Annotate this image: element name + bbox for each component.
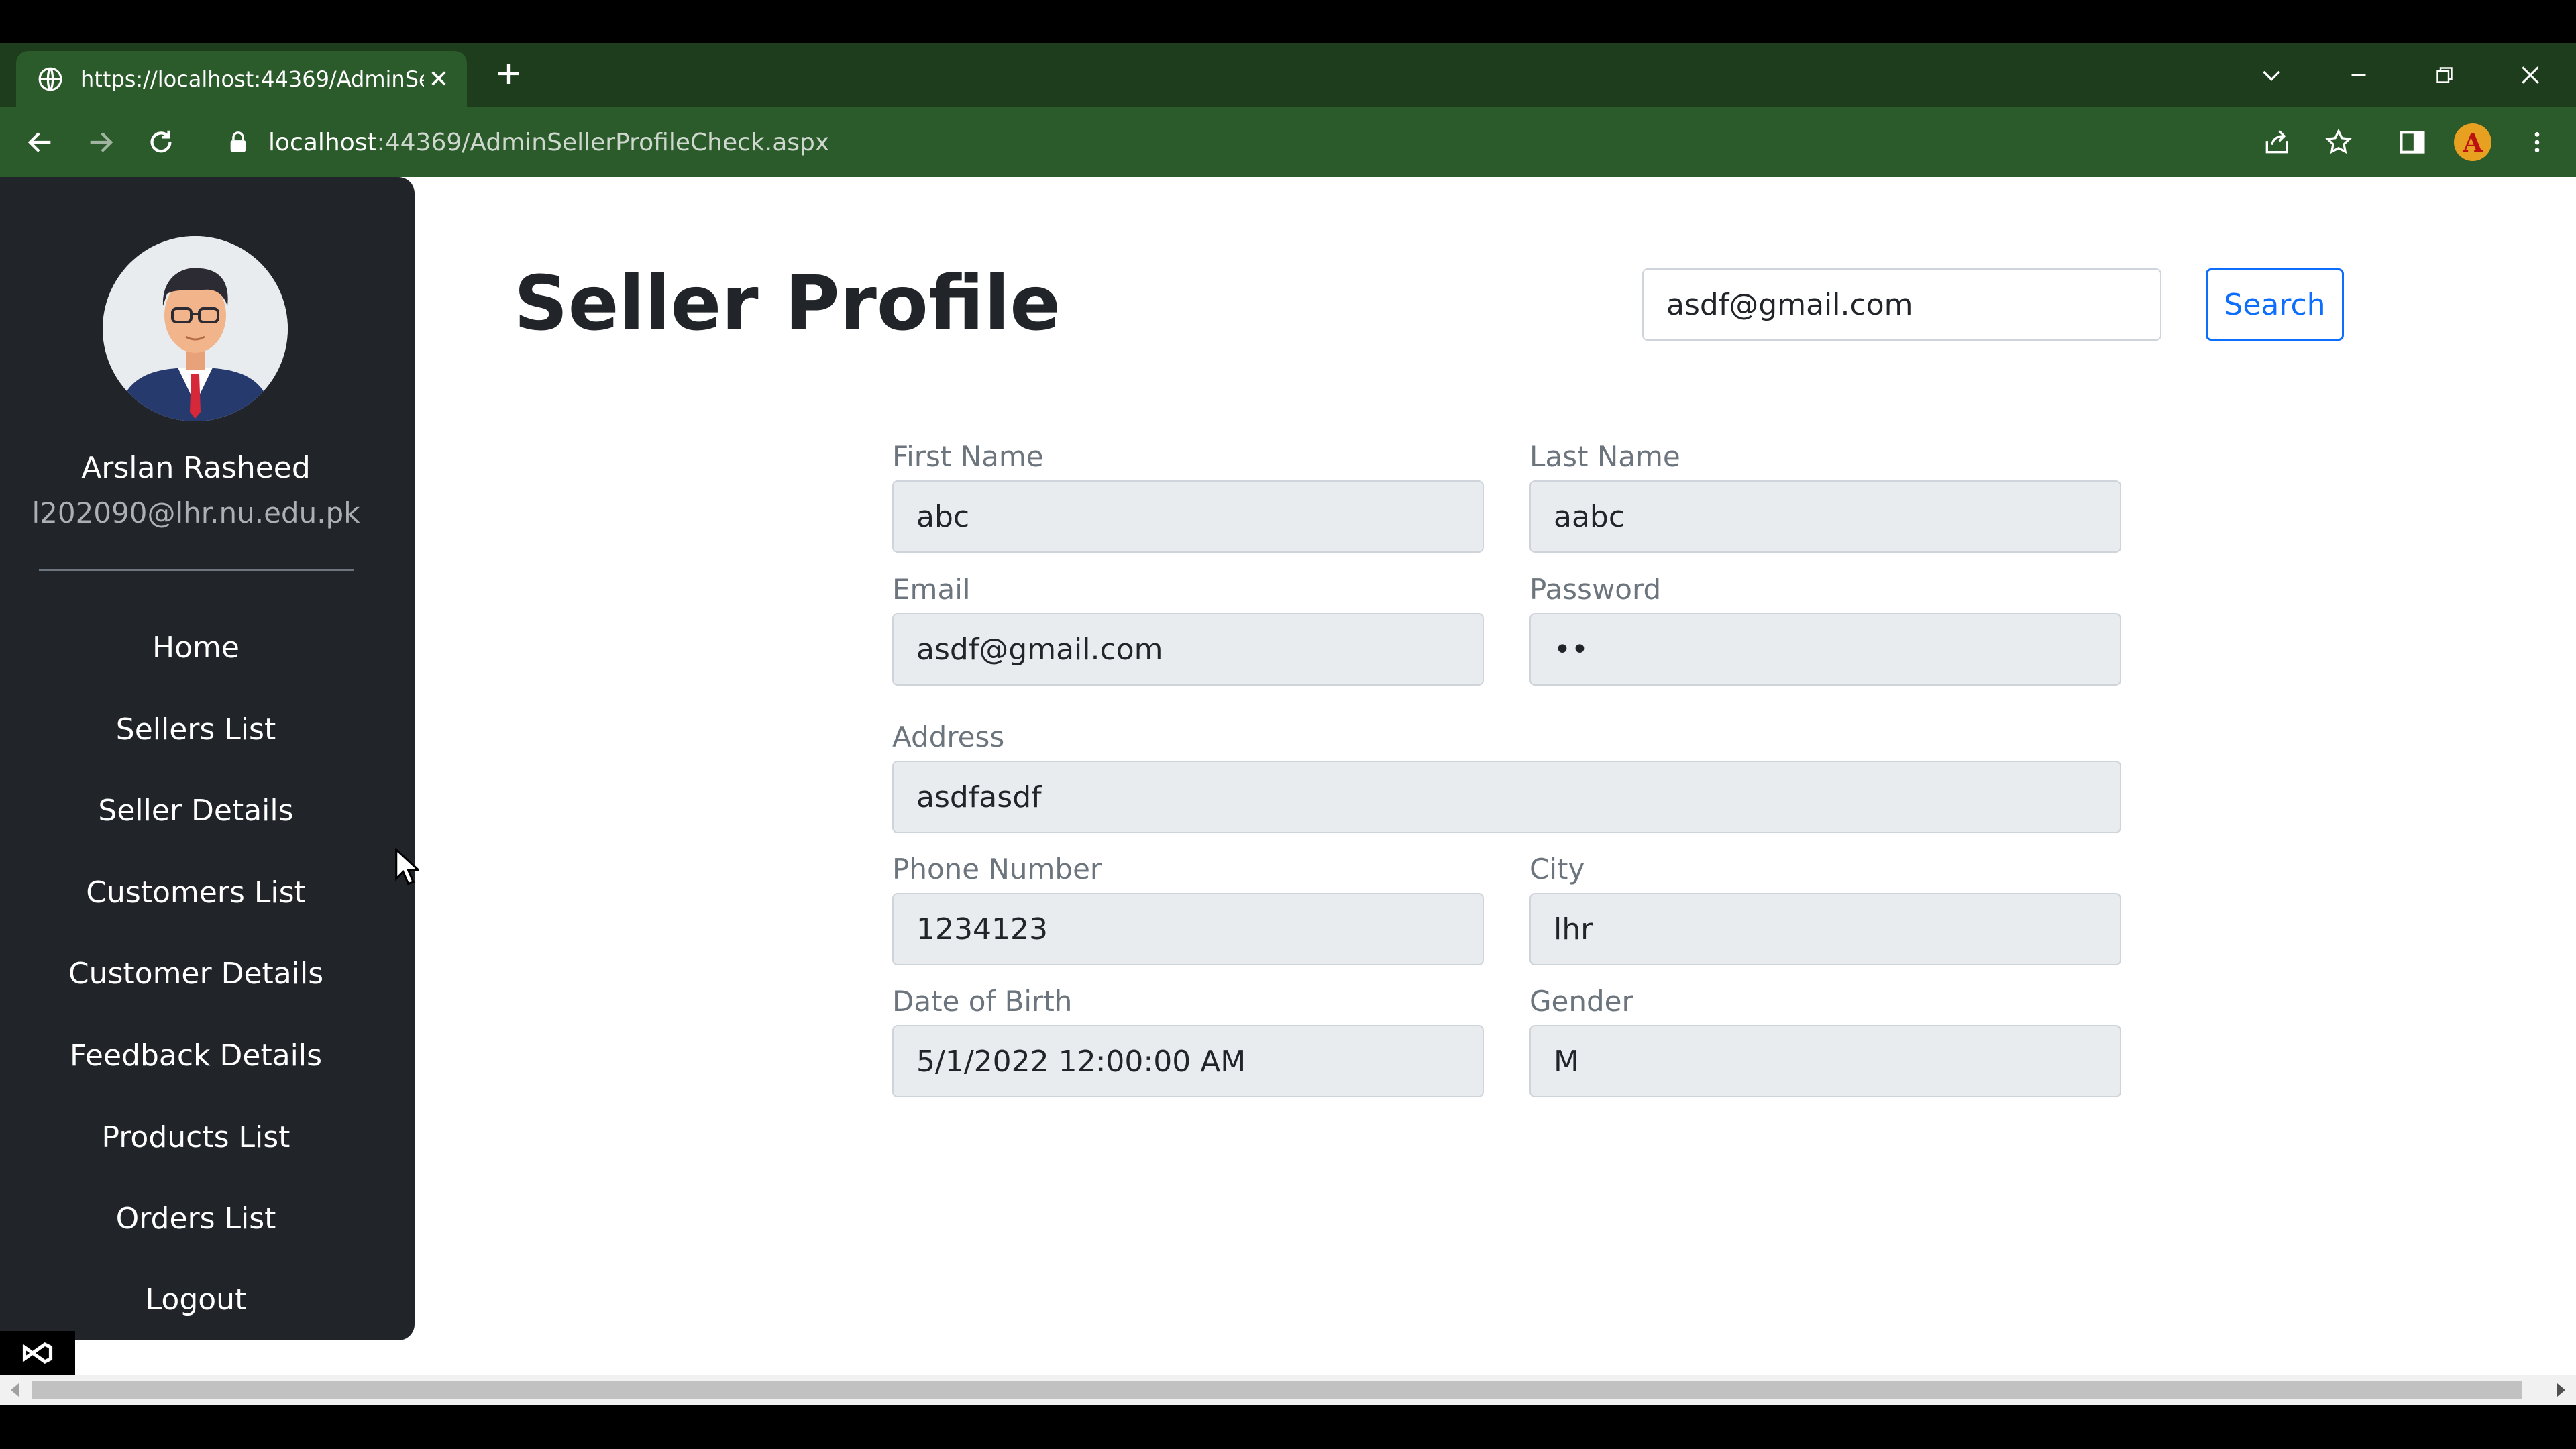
address-field[interactable]: asdfasdf [892, 761, 2121, 833]
first-name-label: First Name [892, 440, 1044, 473]
address-label: Address [892, 720, 1005, 753]
tab-search-chevron-icon[interactable] [2245, 48, 2298, 102]
tab-title: https://localhost:44369/AdminSe [80, 66, 424, 92]
side-panel-icon[interactable] [2392, 122, 2432, 162]
sidebar-item-seller-details[interactable]: Seller Details [0, 794, 392, 828]
gender-label: Gender [1529, 985, 1633, 1018]
page-viewport: Arslan Rasheed l202090@lhr.nu.edu.pk Hom… [0, 177, 2576, 1375]
forward-arrow-icon[interactable] [80, 122, 121, 162]
back-arrow-icon[interactable] [20, 122, 60, 162]
sidebar-item-sellers-list[interactable]: Sellers List [0, 712, 392, 747]
browser-toolbar: localhost:44369/AdminSellerProfileCheck.… [0, 107, 2576, 177]
screen-top-border [0, 0, 2576, 43]
sidebar-item-home[interactable]: Home [0, 631, 392, 665]
last-name-label: Last Name [1529, 440, 1680, 473]
share-icon[interactable] [2257, 122, 2297, 162]
gender-field[interactable]: M [1529, 1025, 2121, 1097]
restore-icon[interactable] [2418, 48, 2471, 102]
horizontal-scrollbar[interactable] [0, 1375, 2576, 1405]
close-window-icon[interactable] [2504, 48, 2557, 102]
sidebar-item-customer-details[interactable]: Customer Details [0, 957, 392, 991]
tab-strip: https://localhost:44369/AdminSe ✕ [0, 43, 2576, 107]
mouse-cursor-icon [394, 847, 421, 888]
bookmark-star-icon[interactable] [2318, 122, 2359, 162]
browser-tab[interactable]: https://localhost:44369/AdminSe ✕ [16, 51, 467, 107]
password-label: Password [1529, 573, 1662, 606]
minimize-icon[interactable] [2332, 48, 2385, 102]
date-of-birth-field[interactable]: 5/1/2022 12:00:00 AM [892, 1025, 1484, 1097]
page-title: Seller Profile [514, 260, 1061, 347]
globe-icon [38, 66, 63, 92]
screen-bottom-border [0, 1405, 2576, 1449]
sidebar: Arslan Rasheed l202090@lhr.nu.edu.pk Hom… [0, 177, 415, 1340]
password-field[interactable]: •• [1529, 613, 2121, 686]
new-tab-icon[interactable] [491, 56, 526, 91]
user-email: l202090@lhr.nu.edu.pk [32, 496, 360, 529]
date-of-birth-label: Date of Birth [892, 985, 1073, 1018]
city-field[interactable]: lhr [1529, 893, 2121, 965]
visual-studio-icon [0, 1331, 75, 1375]
phone-number-label: Phone Number [892, 853, 1102, 885]
user-avatar [103, 236, 288, 421]
url-text: localhost:44369/AdminSellerProfileCheck.… [268, 128, 830, 156]
search-button[interactable]: Search [2206, 268, 2344, 341]
address-bar[interactable]: localhost:44369/AdminSellerProfileCheck.… [201, 121, 2281, 164]
scrollbar-thumb[interactable] [32, 1381, 2522, 1399]
sidebar-item-products-list[interactable]: Products List [0, 1120, 392, 1155]
first-name-field[interactable]: abc [892, 480, 1484, 553]
search-input[interactable] [1642, 268, 2161, 341]
sidebar-item-orders-list[interactable]: Orders List [0, 1201, 392, 1236]
city-label: City [1529, 853, 1585, 885]
sidebar-item-feedback-details[interactable]: Feedback Details [0, 1038, 392, 1073]
email-label: Email [892, 573, 971, 606]
scroll-left-arrow-icon[interactable] [0, 1375, 30, 1405]
sidebar-divider [39, 569, 354, 571]
phone-number-field[interactable]: 1234123 [892, 893, 1484, 965]
reload-icon[interactable] [141, 122, 181, 162]
email-field[interactable]: asdf@gmail.com [892, 613, 1484, 686]
scroll-right-arrow-icon[interactable] [2546, 1375, 2576, 1405]
profile-avatar-icon[interactable]: A [2453, 122, 2493, 162]
sidebar-item-logout[interactable]: Logout [0, 1283, 392, 1317]
last-name-field[interactable]: aabc [1529, 480, 2121, 553]
lock-icon[interactable] [228, 131, 248, 154]
kebab-menu-icon[interactable] [2517, 122, 2557, 162]
sidebar-item-customers-list[interactable]: Customers List [0, 875, 392, 910]
tab-close-icon[interactable]: ✕ [424, 64, 453, 94]
user-name: Arslan Rasheed [81, 451, 311, 485]
